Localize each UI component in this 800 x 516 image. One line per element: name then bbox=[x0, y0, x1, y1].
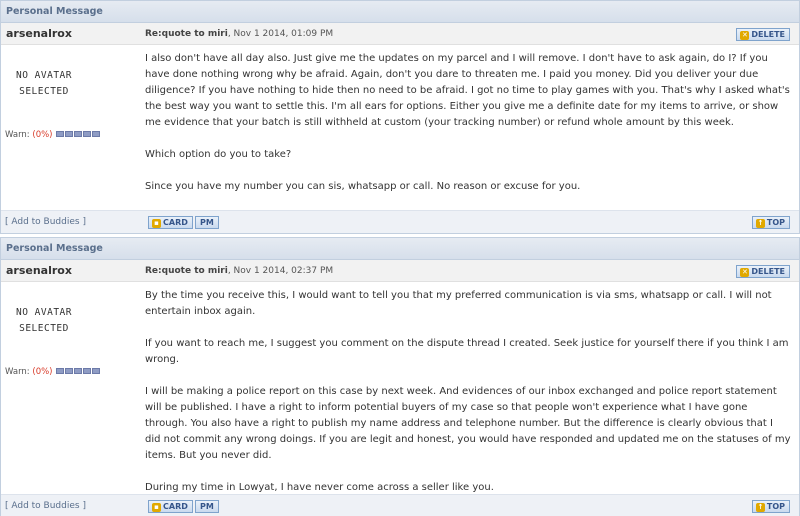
pm-footer: [ Add to Buddies ] ▪ CARD PM ↑ TOP bbox=[1, 210, 799, 233]
message-body: I also don't have all day also. Just giv… bbox=[145, 51, 791, 211]
warn-label: Warn: bbox=[5, 130, 33, 140]
message-paragraph: By the time you receive this, I would wa… bbox=[145, 290, 772, 317]
card-button[interactable]: ▪ CARD bbox=[148, 500, 193, 513]
warn-bar-segment bbox=[74, 368, 83, 374]
warn-level: Warn: (0%) bbox=[5, 367, 101, 377]
top-label: TOP bbox=[766, 502, 785, 511]
avatar: NO AVATAR SELECTED bbox=[9, 68, 79, 100]
delete-button[interactable]: ✕ DELETE bbox=[736, 265, 790, 278]
arrow-up-icon: ↑ bbox=[755, 219, 765, 228]
pm-subject: Re:quote to miri bbox=[145, 266, 228, 276]
add-to-buddies-link[interactable]: [ Add to Buddies ] bbox=[5, 495, 86, 516]
avatar-line2: SELECTED bbox=[19, 86, 69, 97]
message-paragraph: If you want to reach me, I suggest you c… bbox=[145, 338, 789, 365]
top-label: TOP bbox=[766, 218, 785, 227]
warn-bar-segment bbox=[92, 368, 101, 374]
pm-button[interactable]: PM bbox=[195, 500, 219, 513]
user-card-icon: ▪ bbox=[152, 503, 161, 512]
avatar-line2: SELECTED bbox=[19, 323, 69, 334]
close-icon: ✕ bbox=[740, 31, 750, 40]
message-body: By the time you receive this, I would wa… bbox=[145, 288, 791, 512]
delete-label: DELETE bbox=[751, 30, 785, 39]
author-name[interactable]: arsenalrox bbox=[6, 260, 72, 282]
pm-footer: [ Add to Buddies ] ▪ CARD PM ↑ TOP bbox=[1, 494, 799, 516]
post-meta: Re:quote to miri, Nov 1 2014, 02:37 PM bbox=[145, 260, 333, 282]
card-button[interactable]: ▪ CARD bbox=[148, 216, 193, 229]
warn-bar-segment bbox=[83, 368, 92, 374]
avatar-line1: NO AVATAR bbox=[16, 307, 72, 318]
warn-bar-segment bbox=[83, 131, 92, 137]
message-paragraph: Since you have my number you can sis, wh… bbox=[145, 181, 581, 192]
personal-message-1: Personal Message arsenalrox Re:quote to … bbox=[0, 0, 800, 234]
pm-date: , Nov 1 2014, 02:37 PM bbox=[227, 266, 334, 276]
warn-percent: (0%) bbox=[32, 367, 53, 377]
warn-level: Warn: (0%) bbox=[5, 130, 101, 140]
avatar-line1: NO AVATAR bbox=[16, 70, 72, 81]
warn-bar-segment bbox=[65, 368, 74, 374]
message-paragraph: Which option do you to take? bbox=[145, 149, 292, 160]
warn-bar-segment bbox=[92, 131, 101, 137]
pm-header: Personal Message bbox=[1, 238, 799, 260]
pm-author-row: arsenalrox Re:quote to miri, Nov 1 2014,… bbox=[1, 260, 799, 282]
card-label: CARD bbox=[163, 218, 188, 227]
close-icon: ✕ bbox=[740, 268, 750, 277]
avatar: NO AVATAR SELECTED bbox=[9, 305, 79, 337]
author-name[interactable]: arsenalrox bbox=[6, 23, 72, 45]
post-meta: Re:quote to miri, Nov 1 2014, 01:09 PM bbox=[145, 23, 333, 45]
warn-bar-segment bbox=[65, 131, 74, 137]
warn-bar-segment bbox=[74, 131, 83, 137]
pm-date: , Nov 1 2014, 01:09 PM bbox=[227, 29, 334, 39]
top-button[interactable]: ↑ TOP bbox=[751, 216, 790, 229]
message-paragraph: I will be making a police report on this… bbox=[145, 386, 791, 461]
top-button[interactable]: ↑ TOP bbox=[751, 500, 790, 513]
warn-bar-segment bbox=[56, 131, 65, 137]
delete-label: DELETE bbox=[751, 267, 785, 276]
message-paragraph: I also don't have all day also. Just giv… bbox=[145, 53, 790, 128]
delete-button[interactable]: ✕ DELETE bbox=[736, 28, 790, 41]
pm-button[interactable]: PM bbox=[195, 216, 219, 229]
card-label: CARD bbox=[163, 502, 188, 511]
user-card-icon: ▪ bbox=[152, 219, 161, 228]
warn-bar-segment bbox=[56, 368, 65, 374]
warn-percent: (0%) bbox=[32, 130, 53, 140]
warn-label: Warn: bbox=[5, 367, 33, 377]
arrow-up-icon: ↑ bbox=[755, 503, 765, 512]
personal-message-2: Personal Message arsenalrox Re:quote to … bbox=[0, 237, 800, 516]
pm-subject: Re:quote to miri bbox=[145, 29, 228, 39]
pm-header: Personal Message bbox=[1, 1, 799, 23]
add-to-buddies-link[interactable]: [ Add to Buddies ] bbox=[5, 211, 86, 233]
pm-author-row: arsenalrox Re:quote to miri, Nov 1 2014,… bbox=[1, 23, 799, 45]
